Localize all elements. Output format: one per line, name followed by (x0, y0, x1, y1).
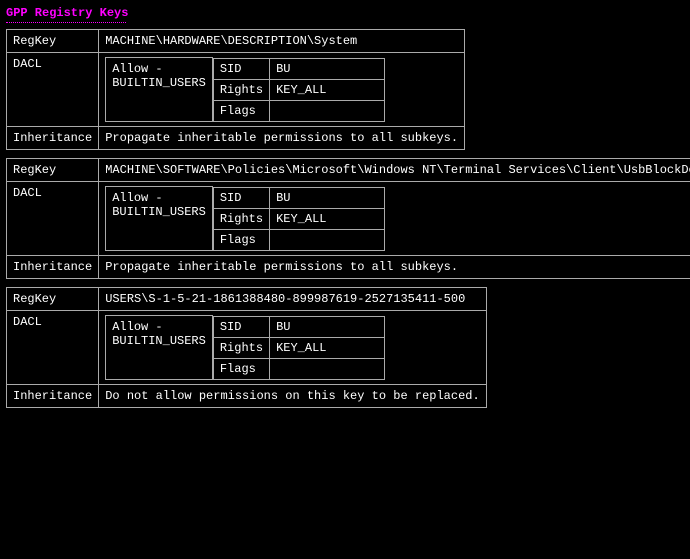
regkey-label: RegKey (7, 159, 99, 182)
allow-prefix: Allow - (112, 62, 162, 76)
dacl-label: DACL (7, 311, 99, 385)
sid-value: BU (270, 187, 385, 208)
dacl-cell: Allow - BUILTIN_USERS SIDBU RightsKEY_AL… (99, 53, 465, 127)
sid-label: SID (213, 58, 269, 79)
inheritance-value: Propagate inheritable permissions to all… (99, 127, 465, 150)
rights-value: KEY_ALL (270, 79, 385, 100)
flags-label: Flags (213, 100, 269, 121)
sid-label: SID (213, 316, 269, 337)
sid-label: SID (213, 187, 269, 208)
inheritance-value: Do not allow permissions on this key to … (99, 385, 486, 408)
allow-prefix: Allow - (112, 191, 162, 205)
inheritance-label: Inheritance (7, 127, 99, 150)
principal-name: BUILTIN_USERS (112, 205, 206, 219)
regkey-value: USERS\S-1-5-21-1861388480-899987619-2527… (99, 288, 486, 311)
rights-value: KEY_ALL (270, 337, 385, 358)
registry-entry: RegKey MACHINE\SOFTWARE\Policies\Microso… (6, 158, 690, 279)
dacl-principal: Allow - BUILTIN_USERS (106, 316, 213, 380)
flags-value (270, 229, 385, 250)
flags-label: Flags (213, 358, 269, 379)
rights-label: Rights (213, 337, 269, 358)
dacl-label: DACL (7, 182, 99, 256)
inheritance-label: Inheritance (7, 256, 99, 279)
dacl-detail-table: SIDBU RightsKEY_ALL Flags (213, 316, 385, 380)
allow-prefix: Allow - (112, 320, 162, 334)
inheritance-value: Propagate inheritable permissions to all… (99, 256, 690, 279)
dacl-principal: Allow - BUILTIN_USERS (106, 187, 213, 251)
rights-label: Rights (213, 79, 269, 100)
dacl-cell: Allow - BUILTIN_USERS SIDBU RightsKEY_AL… (99, 182, 690, 256)
sid-value: BU (270, 58, 385, 79)
regkey-value: MACHINE\HARDWARE\DESCRIPTION\System (99, 30, 465, 53)
registry-entry: RegKey MACHINE\HARDWARE\DESCRIPTION\Syst… (6, 29, 465, 150)
dacl-label: DACL (7, 53, 99, 127)
dacl-detail-table: SIDBU RightsKEY_ALL Flags (213, 58, 385, 122)
principal-name: BUILTIN_USERS (112, 76, 206, 90)
rights-label: Rights (213, 208, 269, 229)
flags-value (270, 358, 385, 379)
registry-entry: RegKey USERS\S-1-5-21-1861388480-8999876… (6, 287, 487, 408)
rights-value: KEY_ALL (270, 208, 385, 229)
section-title: GPP Registry Keys (6, 6, 684, 20)
title-underline (6, 22, 126, 23)
dacl-cell: Allow - BUILTIN_USERS SIDBU RightsKEY_AL… (99, 311, 486, 385)
regkey-value: MACHINE\SOFTWARE\Policies\Microsoft\Wind… (99, 159, 690, 182)
dacl-detail-table: SIDBU RightsKEY_ALL Flags (213, 187, 385, 251)
regkey-label: RegKey (7, 288, 99, 311)
principal-name: BUILTIN_USERS (112, 334, 206, 348)
regkey-label: RegKey (7, 30, 99, 53)
dacl-principal: Allow - BUILTIN_USERS (106, 58, 213, 122)
sid-value: BU (270, 316, 385, 337)
inheritance-label: Inheritance (7, 385, 99, 408)
flags-label: Flags (213, 229, 269, 250)
flags-value (270, 100, 385, 121)
